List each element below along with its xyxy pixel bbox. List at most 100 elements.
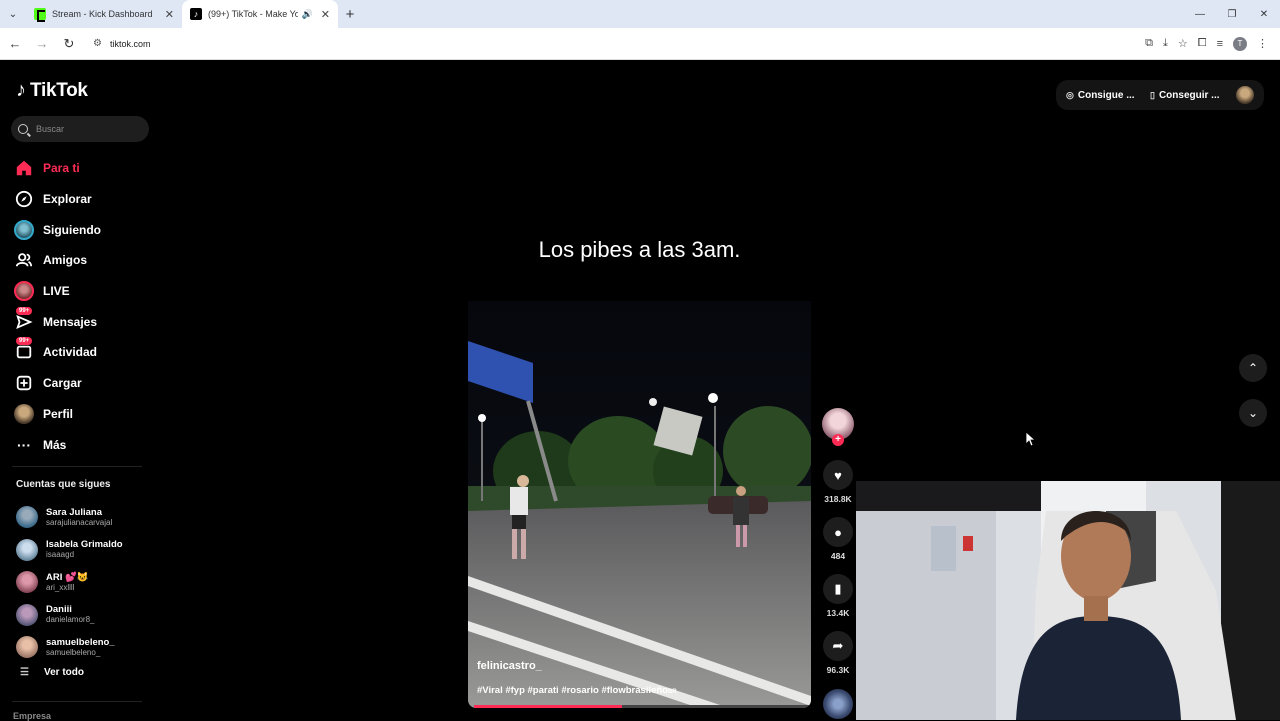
follow-plus-icon[interactable]: + <box>832 434 844 446</box>
see-all-link[interactable]: ☰ Ver todo <box>20 667 84 678</box>
sidebar-item-live[interactable]: LIVE <box>14 276 101 307</box>
tiktok-page: ♪ TikTok Buscar Para ti Explorar Siguien… <box>0 61 1280 721</box>
sidebar-item-amigos[interactable]: Amigos <box>14 245 101 276</box>
account-name: Daniii <box>46 604 72 616</box>
kick-favicon-icon <box>34 8 46 22</box>
tiktok-note-icon: ♪ <box>16 79 26 101</box>
sidebar-divider <box>12 701 142 702</box>
sidebar-item-perfil[interactable]: Perfil <box>14 399 101 430</box>
sidebar-item-mensajes[interactable]: 99+ Mensajes <box>14 306 101 337</box>
search-icon <box>18 124 28 134</box>
back-icon[interactable]: ← <box>3 32 27 56</box>
sidebar-item-siguiendo[interactable]: Siguiendo <box>14 214 101 245</box>
forward-icon[interactable]: → <box>30 32 54 56</box>
video-caption-overlay: Los pibes a las 3am. <box>538 237 741 262</box>
browser-toolbar-icons: ⧉ ⤓ ☆ ⧠ ≡ T ⋮ <box>1145 36 1268 51</box>
like-action[interactable]: ♥ 318.8K <box>820 460 856 504</box>
account-name: ARI 💕😺 <box>46 571 89 583</box>
sidebar-item-cargar[interactable]: Cargar <box>14 368 101 399</box>
new-tab-button[interactable]: + <box>338 6 362 23</box>
sidebar-item-para-ti[interactable]: Para ti <box>14 153 101 184</box>
url-field[interactable]: ⚙ tiktok.com <box>85 32 1145 56</box>
sidebar-item-label: Amigos <box>43 253 88 268</box>
profile-menu-button[interactable] <box>1226 80 1264 110</box>
following-account[interactable]: ARI 💕😺 ari_xxllll <box>16 566 123 599</box>
comment-count: 484 <box>830 551 846 561</box>
bookmark-icon[interactable]: ▮ <box>823 574 853 604</box>
window-controls: — ❐ ✕ <box>1184 0 1280 28</box>
sidebar-item-label: Para ti <box>43 161 80 176</box>
video-author-username[interactable]: felinicastro_ <box>477 660 542 672</box>
following-account[interactable]: Sara Juliana sarajulianacarvajal <box>16 501 123 534</box>
share-icon[interactable]: ➦ <box>823 631 853 661</box>
video-progress-bar[interactable] <box>474 705 811 708</box>
compass-icon <box>14 189 34 209</box>
speaker-icon[interactable]: 🔊 <box>302 9 313 20</box>
tab-close-icon[interactable]: ✕ <box>165 8 174 21</box>
sidebar-item-label: Explorar <box>43 192 92 207</box>
url-text: tiktok.com <box>109 38 151 49</box>
profile-icon <box>14 403 34 424</box>
account-handle: isaaagd <box>46 550 75 560</box>
previous-video-button[interactable]: ⌃ <box>1239 354 1267 382</box>
account-handle: ari_xxllll <box>46 582 75 592</box>
sidebar-item-actividad[interactable]: 99+ Actividad <box>14 337 101 368</box>
browser-menu-icon[interactable]: ⋮ <box>1257 37 1268 50</box>
browser-profile-avatar[interactable]: T <box>1233 36 1247 51</box>
like-count: 318.8K <box>824 494 852 504</box>
close-window-icon[interactable]: ✕ <box>1248 0 1280 28</box>
sidebar-item-label: Mensajes <box>43 314 98 329</box>
sidebar-item-label: Cargar <box>43 376 82 391</box>
translate-icon[interactable]: ⧉ <box>1145 37 1153 50</box>
tab-close-icon[interactable]: ✕ <box>321 8 330 21</box>
install-app-icon[interactable]: ⤓ <box>1163 37 1168 50</box>
minimize-icon[interactable]: — <box>1184 0 1216 28</box>
share-action[interactable]: ➦ 96.3K <box>820 631 856 675</box>
upload-icon <box>14 373 34 393</box>
site-info-icon[interactable]: ⚙ <box>93 38 102 49</box>
tiktok-logo[interactable]: ♪ TikTok <box>16 79 88 102</box>
comment-icon[interactable]: ● <box>823 517 853 547</box>
avatar <box>16 571 38 594</box>
search-placeholder: Buscar <box>36 124 65 134</box>
tab-kick[interactable]: Stream - Kick Dashboard ✕ <box>26 0 182 28</box>
account-name: Isabela Grimaldo <box>46 539 123 551</box>
browser-tab-bar: ⌄ Stream - Kick Dashboard ✕ ♪ (99+) TikT… <box>0 0 1280 28</box>
next-video-button[interactable]: ⌄ <box>1239 399 1267 427</box>
home-icon <box>14 158 34 178</box>
notification-badge: 99+ <box>16 306 33 315</box>
tiktok-favicon-icon: ♪ <box>190 8 202 20</box>
video-progress-fill <box>474 705 623 708</box>
comment-action[interactable]: ● 484 <box>820 517 856 561</box>
music-disc-icon[interactable] <box>823 689 853 719</box>
more-icon: ··· <box>17 436 31 453</box>
sidebar-item-label: Más <box>43 437 67 452</box>
heart-icon[interactable]: ♥ <box>823 460 853 490</box>
sidebar-item-explorar[interactable]: Explorar <box>14 184 101 215</box>
tab-search-chevron-icon[interactable]: ⌄ <box>0 0 26 28</box>
media-queue-icon[interactable]: ≡ <box>1217 38 1223 50</box>
following-section-title: Cuentas que sigues <box>16 479 111 490</box>
search-input[interactable]: Buscar <box>11 116 149 142</box>
author-avatar[interactable]: + <box>822 408 854 446</box>
account-handle: danielamor8_ <box>46 615 95 625</box>
get-app-button[interactable]: ▯ Conseguir ... <box>1140 80 1230 110</box>
avatar <box>16 636 38 659</box>
restore-icon[interactable]: ❐ <box>1216 0 1248 28</box>
get-coins-button[interactable]: ◎ Consigue ... <box>1056 80 1145 110</box>
extensions-icon[interactable]: ⧠ <box>1198 37 1207 50</box>
following-account[interactable]: Daniii danielamor8_ <box>16 599 123 632</box>
reload-icon[interactable]: ↻ <box>57 32 81 56</box>
bookmark-star-icon[interactable]: ☆ <box>1178 37 1188 50</box>
following-list: Sara Juliana sarajulianacarvajal Isabela … <box>16 501 123 664</box>
account-handle: sarajulianacarvajal <box>46 517 113 527</box>
tab-tiktok[interactable]: ♪ (99+) TikTok - Make Your Day 🔊 ✕ <box>182 0 338 28</box>
address-bar: ← → ↻ ⚙ tiktok.com ⧉ ⤓ ☆ ⧠ ≡ T ⋮ <box>0 28 1280 60</box>
video-player[interactable]: Los pibes a las 3am. felinicastro_ #Vira… <box>468 171 811 708</box>
following-account[interactable]: Isabela Grimaldo isaaagd <box>16 534 123 567</box>
get-app-label: Conseguir ... <box>1158 89 1220 101</box>
sidebar-item-mas[interactable]: ··· Más <box>14 429 101 460</box>
save-action[interactable]: ▮ 13.4K <box>820 574 856 618</box>
following-account[interactable]: samuelbeleno_ samuelbeleno_ <box>16 631 123 664</box>
video-hashtags[interactable]: #Viral #fyp #parati #rosario #flowbrasil… <box>477 685 677 696</box>
